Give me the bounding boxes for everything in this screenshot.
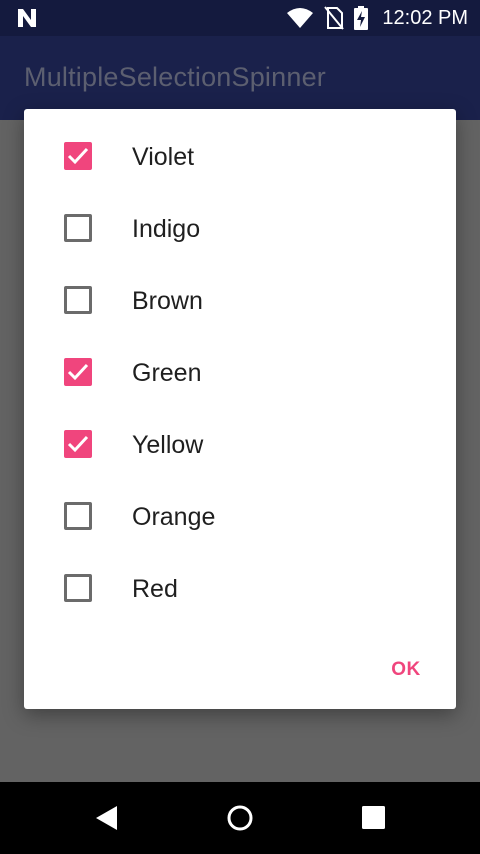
back-icon[interactable] bbox=[86, 798, 126, 838]
checkbox-checked[interactable] bbox=[64, 358, 92, 386]
multi-select-dialog: Violet Indigo Brown Green Yellow Orange Red OK bbox=[24, 109, 456, 709]
n-notification-icon bbox=[18, 9, 36, 27]
option-row-yellow[interactable]: Yellow bbox=[24, 409, 456, 481]
option-row-brown[interactable]: Brown bbox=[24, 265, 456, 337]
option-label: Violet bbox=[132, 143, 195, 171]
option-row-violet[interactable]: Violet bbox=[24, 121, 456, 193]
app-title: MultipleSelectionSpinner bbox=[24, 62, 326, 92]
checkbox-unchecked[interactable] bbox=[64, 286, 92, 314]
option-row-red[interactable]: Red bbox=[24, 553, 456, 625]
check-icon bbox=[67, 435, 89, 453]
recents-icon[interactable] bbox=[354, 798, 394, 838]
app-bar: MultipleSelectionSpinner bbox=[0, 36, 480, 120]
check-icon bbox=[67, 147, 89, 165]
check-icon bbox=[67, 363, 89, 381]
checkbox-unchecked[interactable] bbox=[64, 574, 92, 602]
no-sim-icon bbox=[324, 6, 345, 30]
ok-button[interactable]: OK bbox=[376, 652, 436, 688]
status-time: 12:02 PM bbox=[382, 6, 468, 29]
status-bar: 12:02 PM bbox=[0, 0, 480, 36]
checkbox-unchecked[interactable] bbox=[64, 502, 92, 530]
option-label: Yellow bbox=[132, 431, 204, 459]
home-icon[interactable] bbox=[220, 798, 260, 838]
option-label: Red bbox=[132, 575, 178, 603]
option-row-green[interactable]: Green bbox=[24, 337, 456, 409]
option-label: Orange bbox=[132, 503, 216, 531]
battery-charging-icon bbox=[354, 6, 369, 30]
checkbox-checked[interactable] bbox=[64, 430, 92, 458]
option-row-indigo[interactable]: Indigo bbox=[24, 193, 456, 265]
navigation-bar bbox=[0, 782, 480, 854]
wifi-icon bbox=[287, 8, 314, 28]
option-label: Green bbox=[132, 359, 202, 387]
option-label: Brown bbox=[132, 287, 203, 315]
option-label: Indigo bbox=[132, 215, 201, 243]
checkbox-checked[interactable] bbox=[64, 142, 92, 170]
status-icons: 12:02 PM bbox=[286, 0, 468, 36]
checkbox-unchecked[interactable] bbox=[64, 214, 92, 242]
option-row-orange[interactable]: Orange bbox=[24, 481, 456, 553]
